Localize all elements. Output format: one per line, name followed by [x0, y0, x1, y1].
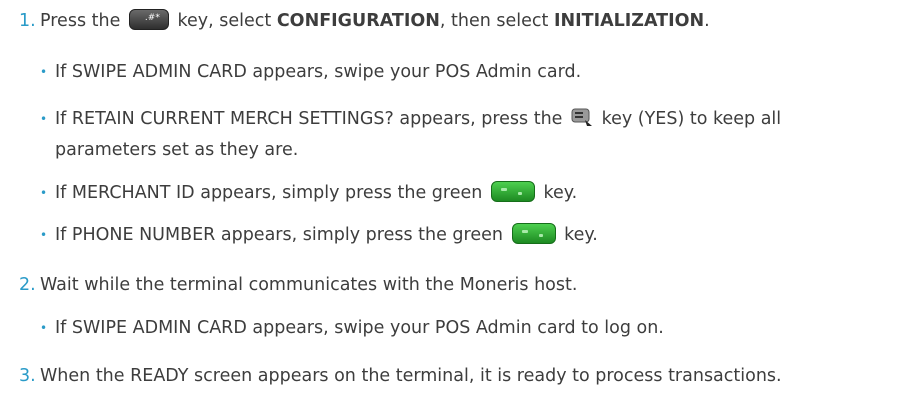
hash-key-icon: .#* — [128, 8, 169, 30]
bullet-icon: • — [40, 321, 48, 335]
text-segment: Press the — [40, 11, 121, 31]
step-number: 1. — [19, 11, 36, 31]
text-segment: . — [704, 11, 710, 31]
bullet-text: If SWIPE ADMIN CARD appears, swipe your … — [55, 318, 664, 338]
step-number: 3. — [19, 366, 36, 386]
step-number: 2. — [19, 275, 36, 295]
text-segment: key, select — [177, 11, 272, 31]
initialization-keyword: INITIALIZATION — [553, 11, 705, 31]
bullet-icon: • — [40, 186, 48, 200]
softkey-icon — [571, 107, 593, 127]
bullet-text: parameters set as they are. — [55, 140, 299, 160]
bullet-text: If RETAIN CURRENT MERCH SETTINGS? appear… — [55, 106, 781, 132]
hash-key-label: .#* — [144, 12, 160, 23]
text-segment: key (YES) to keep all — [601, 109, 782, 129]
bullet-icon: • — [40, 65, 48, 79]
text-segment: If RETAIN CURRENT MERCH SETTINGS? appear… — [55, 109, 563, 129]
text-segment: If MERCHANT ID appears, simply press the… — [55, 183, 483, 203]
step-text: When the READY screen appears on the ter… — [40, 366, 782, 386]
text-segment: , then select — [439, 11, 549, 31]
text-segment: key. — [543, 183, 578, 203]
bullet-icon: • — [40, 112, 48, 126]
bullet-text: If PHONE NUMBER appears, simply press th… — [55, 222, 598, 248]
configuration-keyword: CONFIGURATION — [276, 11, 440, 31]
step-text: Wait while the terminal communicates wit… — [40, 275, 578, 295]
bullet-text: If SWIPE ADMIN CARD appears, swipe your … — [55, 62, 582, 82]
green-key-icon — [511, 222, 556, 244]
bullet-text: If MERCHANT ID appears, simply press the… — [55, 180, 577, 206]
text-segment: If PHONE NUMBER appears, simply press th… — [55, 225, 503, 245]
green-key-icon — [490, 180, 535, 202]
step-text: Press the .#* key, select CONFIGURATION,… — [40, 8, 710, 34]
text-segment: key. — [564, 225, 598, 245]
bullet-icon: • — [40, 228, 48, 242]
